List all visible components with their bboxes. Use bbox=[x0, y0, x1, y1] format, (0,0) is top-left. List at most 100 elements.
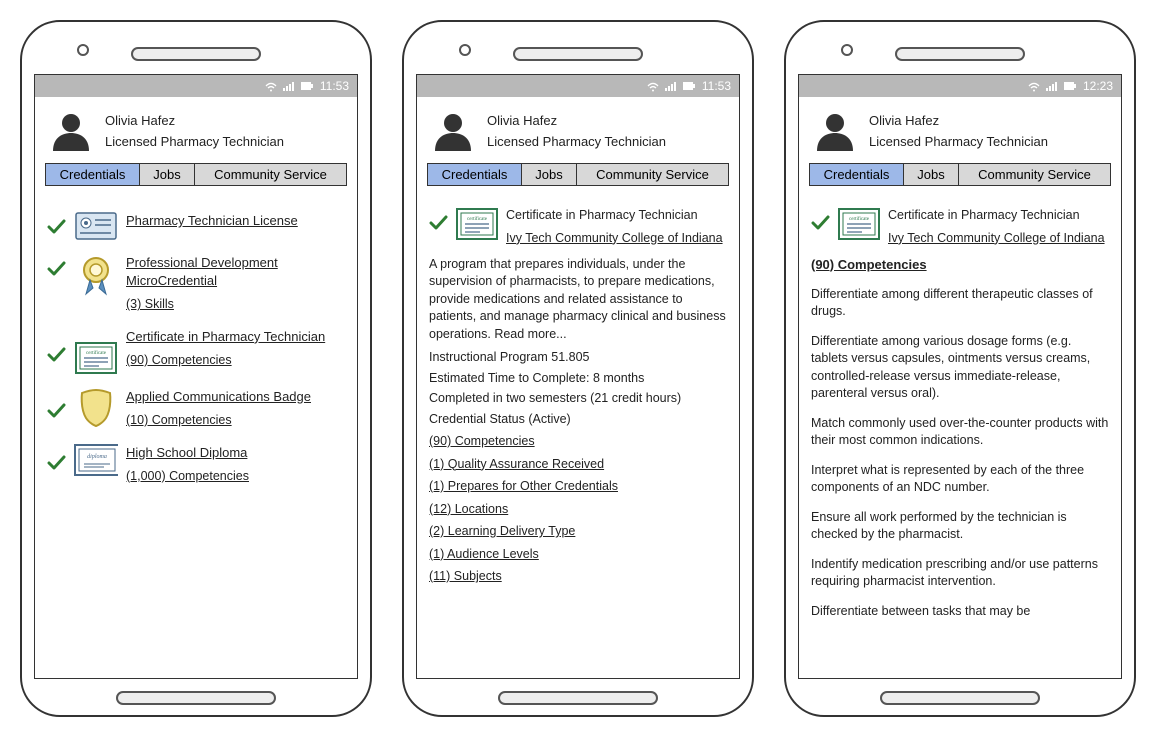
battery-icon bbox=[683, 81, 696, 92]
description: A program that prepares individuals, und… bbox=[429, 256, 727, 344]
phone-bottom bbox=[786, 691, 1134, 705]
competency-item: Differentiate between tasks that may be bbox=[811, 603, 1109, 621]
credential-title: Certificate in Pharmacy Technician bbox=[126, 328, 345, 346]
detail-header: Certificate in Pharmacy Technician Ivy T… bbox=[429, 206, 727, 248]
wifi-icon bbox=[1028, 81, 1040, 92]
tab-credentials[interactable]: Credentials bbox=[427, 163, 522, 186]
profile-name: Olivia Hafez bbox=[869, 111, 1048, 132]
credential-sub: (3) Skills bbox=[126, 296, 345, 314]
check-icon bbox=[47, 346, 66, 363]
signal-icon bbox=[283, 81, 295, 92]
competency-item: Ensure all work performed by the technic… bbox=[811, 509, 1109, 544]
credential-row[interactable]: Certificate in Pharmacy Technician (90) … bbox=[47, 328, 345, 374]
tabs: Credentials Jobs Community Service bbox=[45, 163, 347, 186]
credential-sub: (90) Competencies bbox=[126, 352, 345, 370]
status-line: Credential Status (Active) bbox=[429, 411, 727, 429]
check-icon bbox=[47, 454, 66, 471]
signal-icon bbox=[1046, 81, 1058, 92]
home-bar bbox=[498, 691, 658, 705]
credential-detail: Certificate in Pharmacy Technician Ivy T… bbox=[417, 192, 739, 678]
credential-sub: (10) Competencies bbox=[126, 412, 345, 430]
credential-title: Pharmacy Technician License bbox=[126, 212, 345, 230]
credential-row[interactable]: Professional Development MicroCredential… bbox=[47, 254, 345, 314]
check-icon bbox=[47, 402, 66, 419]
detail-link[interactable]: (11) Subjects bbox=[429, 568, 727, 586]
status-bar: 11:53 bbox=[35, 75, 357, 97]
tab-credentials[interactable]: Credentials bbox=[809, 163, 904, 186]
status-bar: 12:23 bbox=[799, 75, 1121, 97]
detail-header: Certificate in Pharmacy Technician Ivy T… bbox=[811, 206, 1109, 248]
credential-row[interactable]: High School Diploma (1,000) Competencies bbox=[47, 444, 345, 486]
profile-header: Olivia Hafez Licensed Pharmacy Technicia… bbox=[417, 97, 739, 163]
screen: 11:53 Olivia Hafez Licensed Pharmacy Tec… bbox=[416, 74, 740, 679]
signal-icon bbox=[665, 81, 677, 92]
camera-dot bbox=[459, 44, 471, 56]
tab-jobs[interactable]: Jobs bbox=[140, 163, 195, 186]
phone-bottom bbox=[404, 691, 752, 705]
institution-link[interactable]: Ivy Tech Community College of Indiana bbox=[888, 229, 1105, 248]
phone-frame-2: 11:53 Olivia Hafez Licensed Pharmacy Tec… bbox=[402, 20, 754, 717]
competency-item: Interpret what is represented by each of… bbox=[811, 462, 1109, 497]
check-icon bbox=[811, 214, 830, 231]
detail-link[interactable]: (1) Prepares for Other Credentials bbox=[429, 478, 727, 496]
competency-item: Indentify medication prescribing and/or … bbox=[811, 556, 1109, 591]
wifi-icon bbox=[647, 81, 659, 92]
tabs: Credentials Jobs Community Service bbox=[809, 163, 1111, 186]
check-icon bbox=[429, 214, 448, 231]
credential-sub: (1,000) Competencies bbox=[126, 468, 345, 486]
credential-title: Professional Development MicroCredential bbox=[126, 254, 345, 290]
detail-link[interactable]: (2) Learning Delivery Type bbox=[429, 523, 727, 541]
detail-link[interactable]: (1) Quality Assurance Received bbox=[429, 456, 727, 474]
tab-jobs[interactable]: Jobs bbox=[904, 163, 959, 186]
camera-dot bbox=[77, 44, 89, 56]
check-icon bbox=[47, 218, 66, 235]
completed-line: Completed in two semesters (21 credit ho… bbox=[429, 390, 727, 408]
ribbon-icon bbox=[76, 254, 116, 296]
license-icon bbox=[75, 212, 117, 240]
profile-title: Licensed Pharmacy Technician bbox=[869, 132, 1048, 153]
credential-row[interactable]: Pharmacy Technician License bbox=[47, 212, 345, 240]
detail-links: (90) Competencies (1) Quality Assurance … bbox=[429, 433, 727, 586]
screen: 12:23 Olivia Hafez Licensed Pharmacy Tec… bbox=[798, 74, 1122, 679]
battery-icon bbox=[301, 81, 314, 92]
camera-dot bbox=[841, 44, 853, 56]
credentials-list: Pharmacy Technician License Professional… bbox=[35, 192, 357, 678]
phone-frame-3: 12:23 Olivia Hafez Licensed Pharmacy Tec… bbox=[784, 20, 1136, 717]
competencies-header[interactable]: (90) Competencies bbox=[811, 256, 1109, 274]
phone-bottom bbox=[22, 691, 370, 705]
profile-title: Licensed Pharmacy Technician bbox=[105, 132, 284, 153]
speaker-slot bbox=[513, 47, 643, 61]
wifi-icon bbox=[265, 81, 277, 92]
tab-community[interactable]: Community Service bbox=[577, 163, 729, 186]
institution-link[interactable]: Ivy Tech Community College of Indiana bbox=[506, 229, 723, 248]
home-bar bbox=[880, 691, 1040, 705]
avatar-icon bbox=[431, 111, 475, 153]
profile-name: Olivia Hafez bbox=[105, 111, 284, 132]
check-icon bbox=[47, 260, 66, 277]
status-bar: 11:53 bbox=[417, 75, 739, 97]
detail-link[interactable]: (12) Locations bbox=[429, 501, 727, 519]
tab-jobs[interactable]: Jobs bbox=[522, 163, 577, 186]
detail-link[interactable]: (90) Competencies bbox=[429, 433, 727, 451]
avatar-icon bbox=[49, 111, 93, 153]
cert-title: Certificate in Pharmacy Technician bbox=[888, 208, 1080, 222]
speaker-slot bbox=[131, 47, 261, 61]
speaker-slot bbox=[895, 47, 1025, 61]
tab-community[interactable]: Community Service bbox=[959, 163, 1111, 186]
tabs: Credentials Jobs Community Service bbox=[427, 163, 729, 186]
detail-link[interactable]: (1) Audience Levels bbox=[429, 546, 727, 564]
phone-frame-1: 11:53 Olivia Hafez Licensed Pharmacy Tec… bbox=[20, 20, 372, 717]
certificate-icon bbox=[838, 208, 880, 240]
credential-title: High School Diploma bbox=[126, 444, 345, 462]
tab-community[interactable]: Community Service bbox=[195, 163, 347, 186]
tab-credentials[interactable]: Credentials bbox=[45, 163, 140, 186]
competency-item: Match commonly used over-the-counter pro… bbox=[811, 415, 1109, 450]
status-time: 11:53 bbox=[320, 79, 349, 93]
credential-row[interactable]: Applied Communications Badge (10) Compet… bbox=[47, 388, 345, 430]
profile-name: Olivia Hafez bbox=[487, 111, 666, 132]
competency-item: Differentiate among different therapeuti… bbox=[811, 286, 1109, 321]
battery-icon bbox=[1064, 81, 1077, 92]
time-line: Estimated Time to Complete: 8 months bbox=[429, 370, 727, 388]
profile-title: Licensed Pharmacy Technician bbox=[487, 132, 666, 153]
cert-title: Certificate in Pharmacy Technician bbox=[506, 208, 698, 222]
